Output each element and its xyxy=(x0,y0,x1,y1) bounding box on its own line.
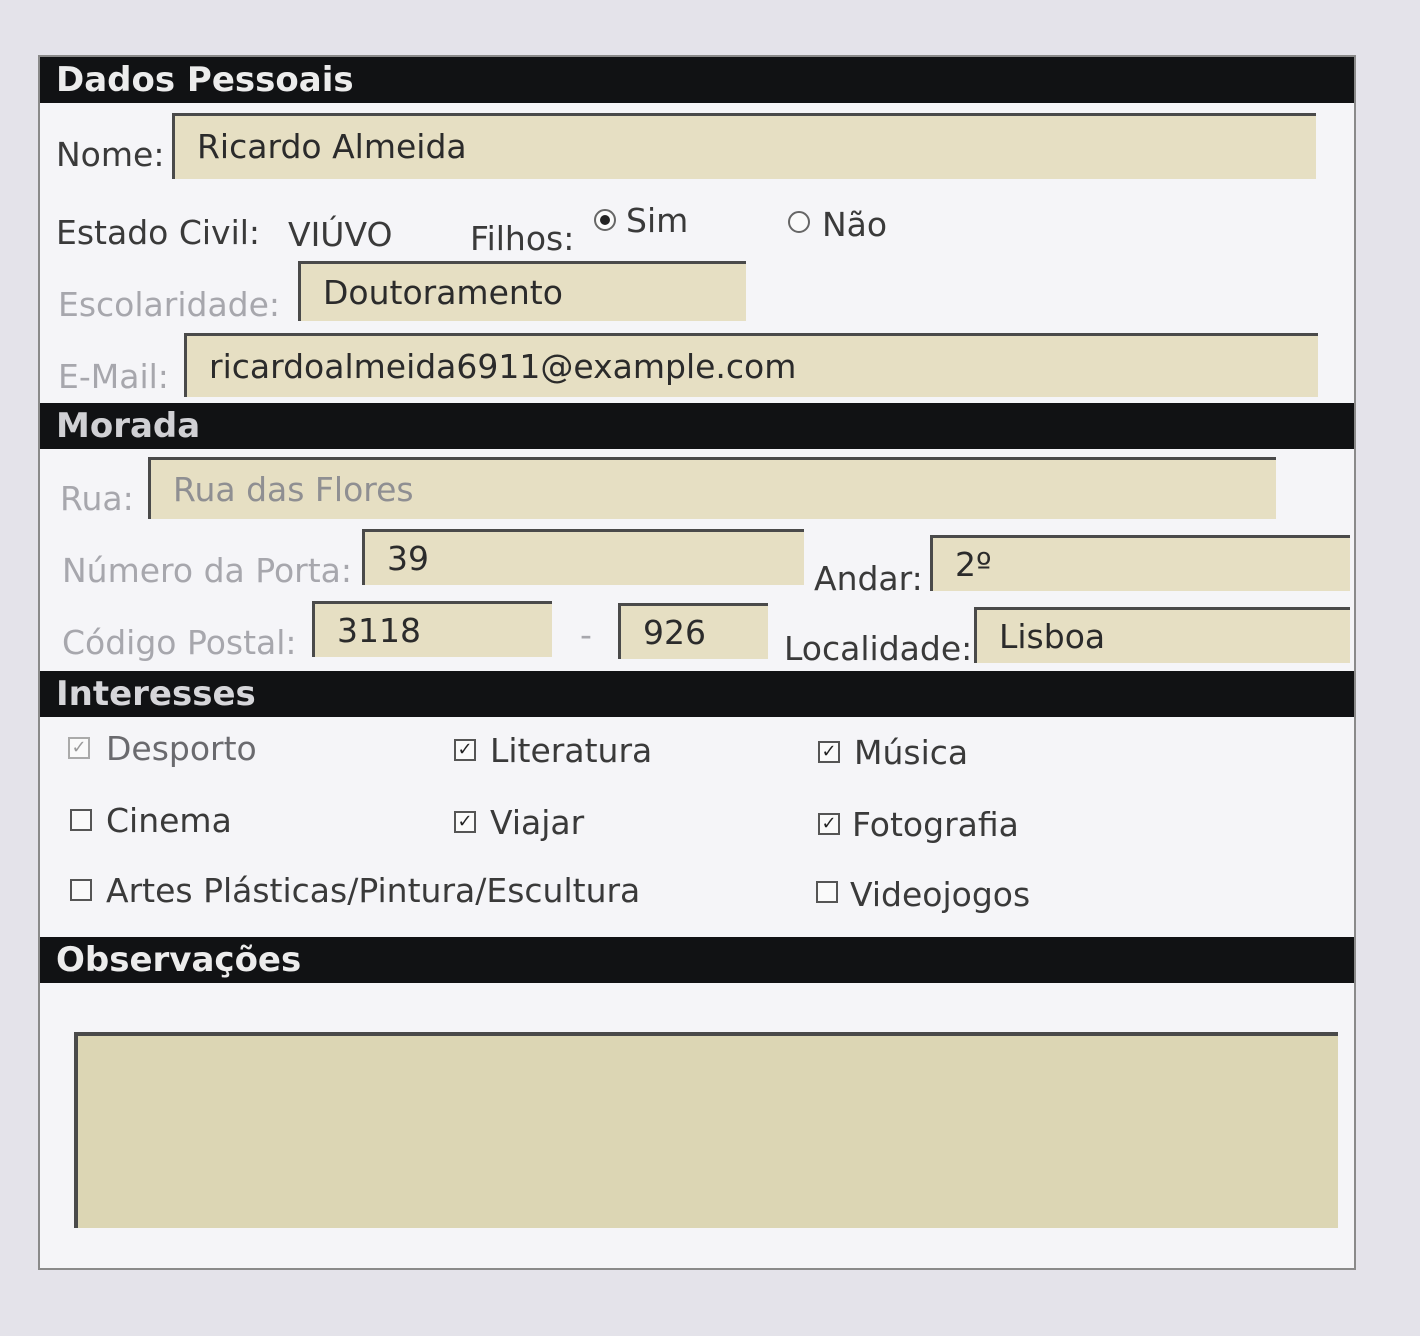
localidade-field[interactable]: Lisboa xyxy=(974,607,1350,663)
musica-checkbox[interactable]: ✓ xyxy=(818,741,840,763)
codigo-postal-label: Código Postal: xyxy=(62,623,297,662)
filhos-sim-radio[interactable] xyxy=(594,209,616,231)
form-panel: Dados Pessoais Nome: Ricardo Almeida Est… xyxy=(38,55,1356,1270)
fotografia-checkbox[interactable]: ✓ xyxy=(818,813,840,835)
porta-field[interactable]: 39 xyxy=(362,529,804,585)
email-field[interactable]: ricardoalmeida6911@example.com xyxy=(184,333,1318,397)
nome-field[interactable]: Ricardo Almeida xyxy=(172,113,1316,179)
section-header-morada: Morada xyxy=(40,403,1354,449)
musica-label: Música xyxy=(854,733,969,772)
videojogos-label: Videojogos xyxy=(850,875,1031,914)
literatura-label: Literatura xyxy=(490,731,653,770)
andar-field[interactable]: 2º xyxy=(930,535,1350,591)
email-label: E-Mail: xyxy=(58,357,169,396)
section-header-observacoes: Observações xyxy=(40,937,1354,983)
literatura-checkbox[interactable]: ✓ xyxy=(454,739,476,761)
section-header-dados-pessoais: Dados Pessoais xyxy=(40,57,1354,103)
nome-label: Nome: xyxy=(56,135,165,174)
observacoes-textarea[interactable] xyxy=(74,1032,1338,1228)
videojogos-checkbox[interactable] xyxy=(816,881,838,903)
codigo-postal-separator: - xyxy=(580,615,592,654)
estado-civil-label: Estado Civil: xyxy=(56,213,261,252)
viajar-checkbox[interactable]: ✓ xyxy=(454,811,476,833)
filhos-sim-label: Sim xyxy=(626,201,689,240)
filhos-label: Filhos: xyxy=(470,219,575,258)
fotografia-label: Fotografia xyxy=(852,805,1019,844)
escolaridade-field[interactable]: Doutoramento xyxy=(298,261,746,321)
cinema-checkbox[interactable] xyxy=(70,809,92,831)
rua-label: Rua: xyxy=(60,479,134,518)
filhos-nao-radio[interactable] xyxy=(788,211,810,233)
filhos-nao-label: Não xyxy=(822,205,888,244)
escolaridade-label: Escolaridade: xyxy=(58,285,281,324)
artes-label: Artes Plásticas/Pintura/Escultura xyxy=(106,871,641,910)
cinema-label: Cinema xyxy=(106,801,232,840)
andar-label: Andar: xyxy=(814,559,923,598)
viajar-label: Viajar xyxy=(490,803,585,842)
artes-checkbox[interactable] xyxy=(70,879,92,901)
desporto-label: Desporto xyxy=(106,729,257,768)
codigo-postal-part1-field[interactable]: 3118 xyxy=(312,601,552,657)
localidade-label: Localidade: xyxy=(784,629,973,668)
rua-field[interactable]: Rua das Flores xyxy=(148,457,1276,519)
estado-civil-value: VIÚVO xyxy=(288,215,393,254)
section-header-interesses: Interesses xyxy=(40,671,1354,717)
desporto-checkbox[interactable]: ✓ xyxy=(68,737,90,759)
codigo-postal-part2-field[interactable]: 926 xyxy=(618,603,768,659)
porta-label: Número da Porta: xyxy=(62,551,352,590)
